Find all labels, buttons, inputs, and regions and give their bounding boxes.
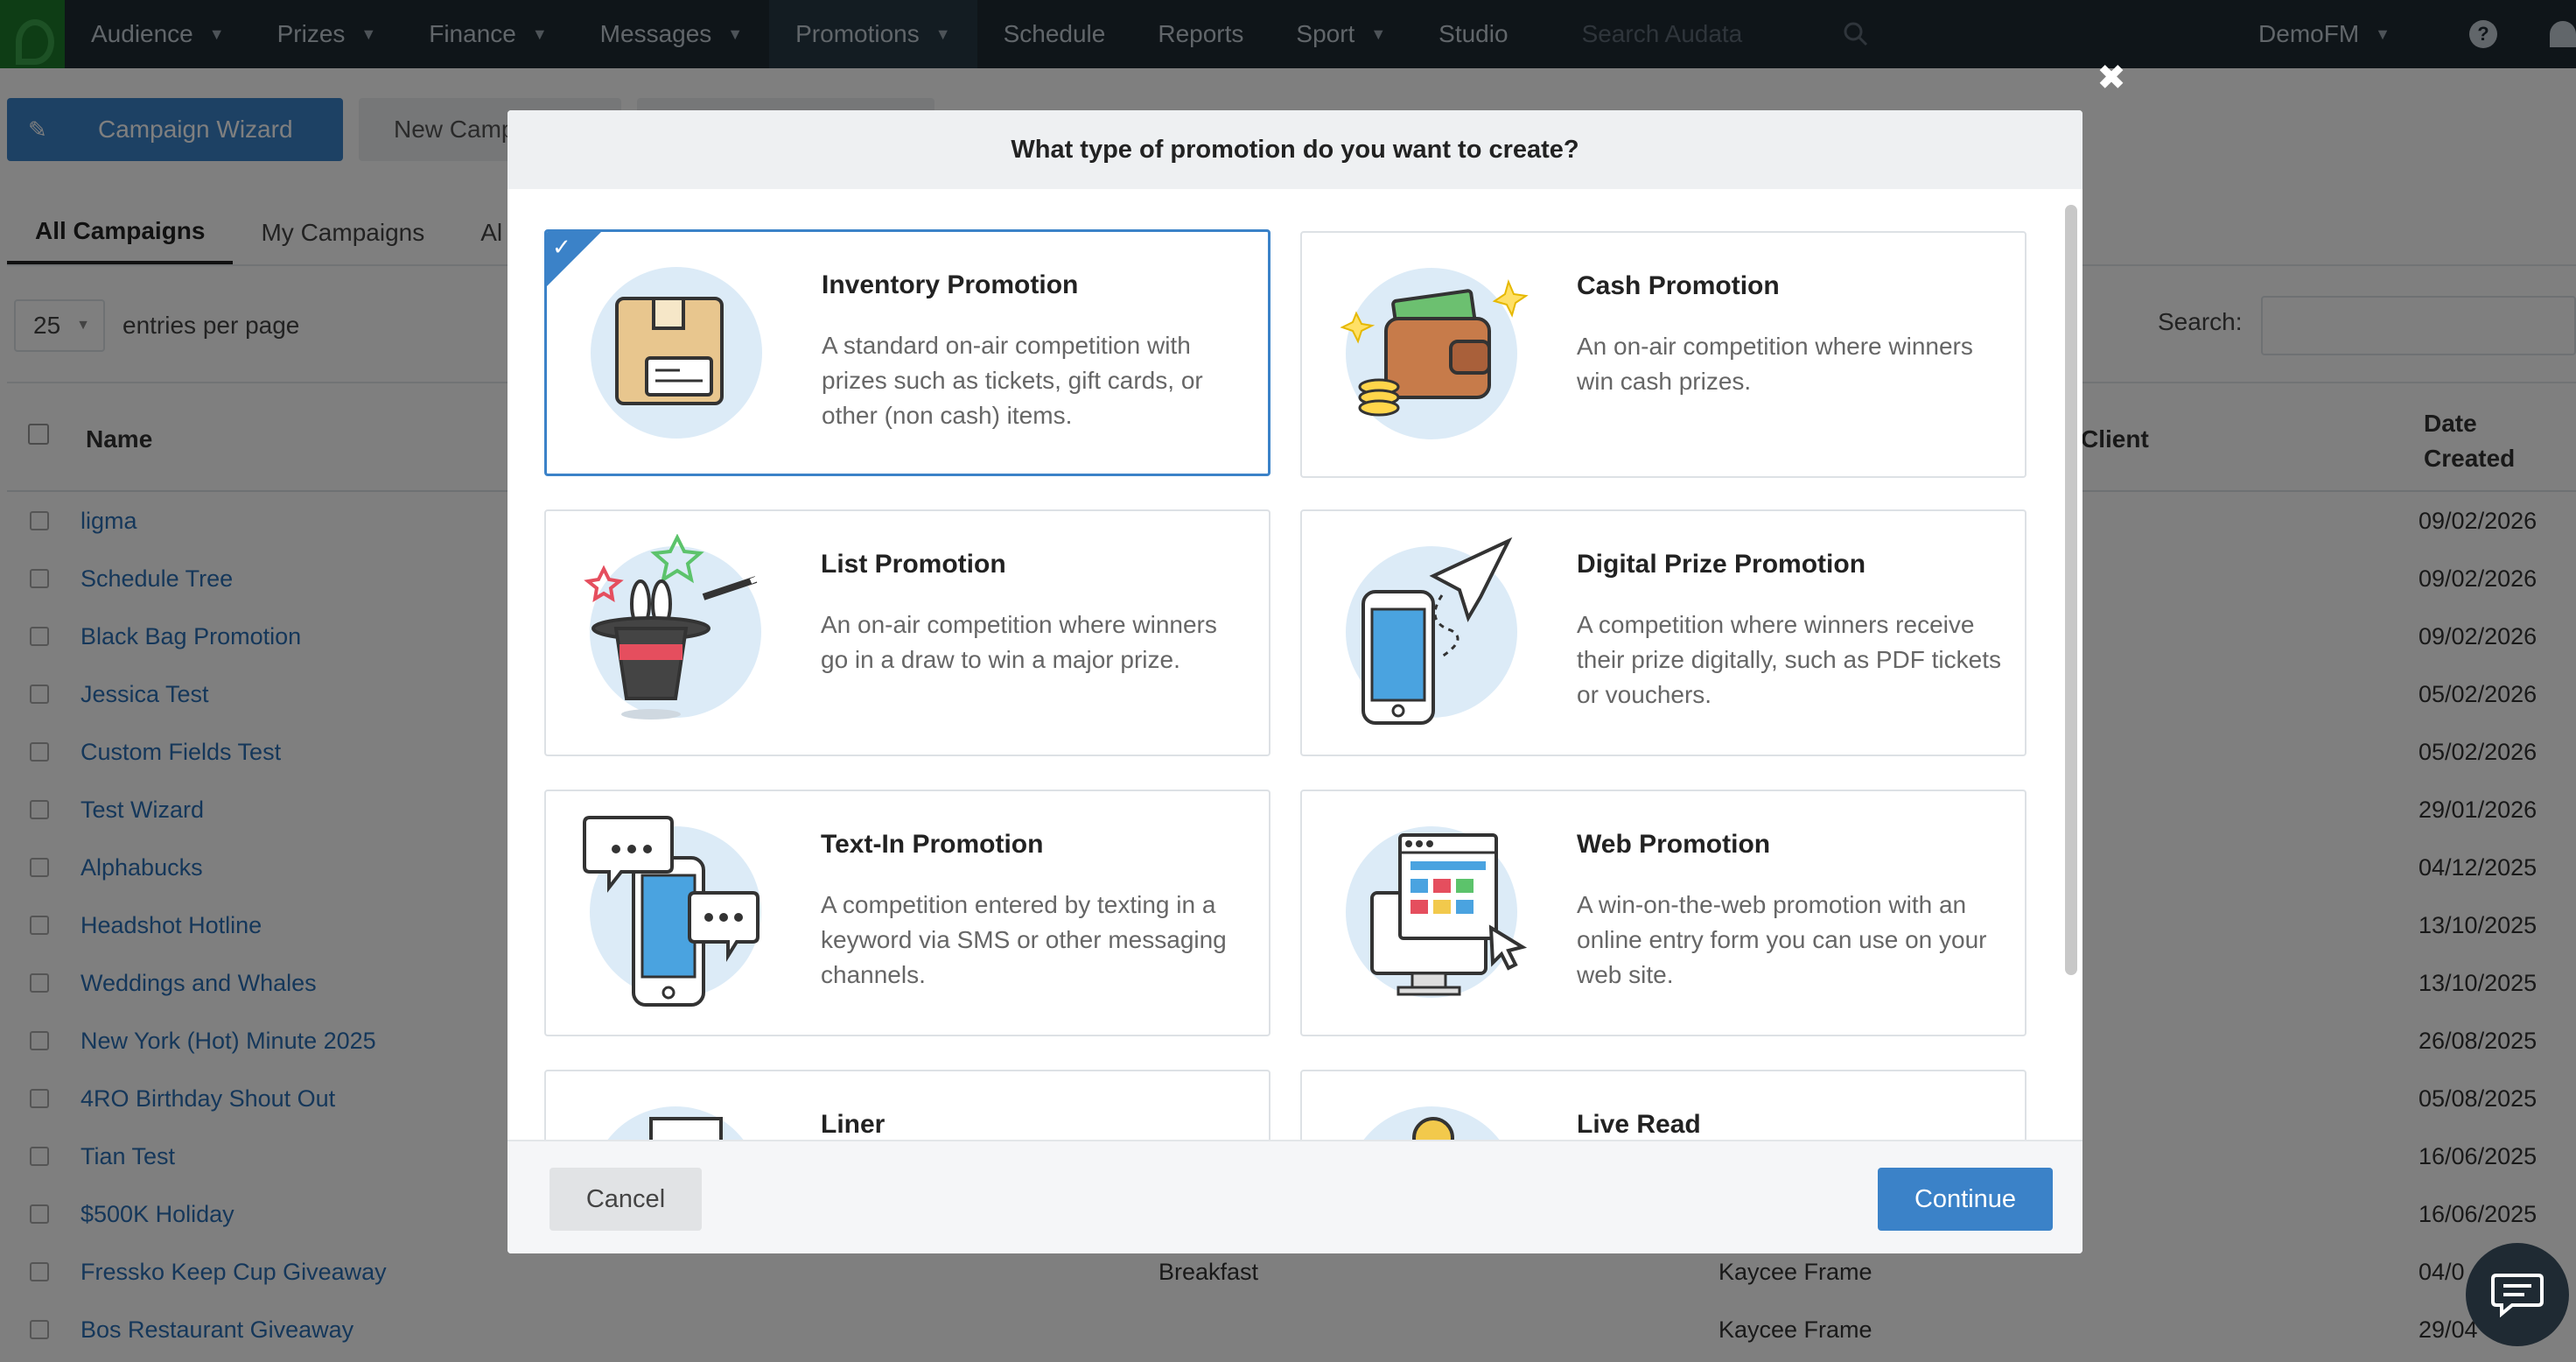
- promotion-card-description: An on-air competition where winners win …: [1577, 333, 1973, 395]
- promotion-card-description: An on-air competition where winners go i…: [821, 611, 1217, 673]
- promotion-card-description: A win-on-the-web promotion with an onlin…: [1577, 891, 1987, 988]
- modal-body: Inventory Promotion A standard on-air com…: [508, 189, 2082, 1140]
- continue-button[interactable]: Continue: [1878, 1168, 2053, 1231]
- promotion-card-title: Liner: [821, 1110, 886, 1139]
- promotion-card-title: Live Read: [1577, 1110, 1701, 1139]
- promotion-card-description: A standard on-air competition with prize…: [822, 332, 1203, 429]
- modal-title: What type of promotion do you want to cr…: [508, 110, 2082, 189]
- promotion-card-title: Web Promotion: [1577, 830, 1771, 859]
- promotion-card-description: A competition entered by texting in a ke…: [821, 891, 1227, 988]
- promotion-card-liner[interactable]: Liner: [544, 1070, 1270, 1140]
- chat-support-icon[interactable]: [2466, 1243, 2569, 1346]
- check-icon: ✓: [552, 234, 571, 260]
- promotion-type-modal: What type of promotion do you want to cr…: [508, 110, 2082, 1253]
- promotion-card-inventory-promotion[interactable]: Inventory Promotion A standard on-air com…: [544, 229, 1270, 476]
- promotion-card-web-promotion[interactable]: Web Promotion A win-on-the-web promotion …: [1300, 790, 2026, 1036]
- promotion-card-list-promotion[interactable]: List Promotion An on-air competition wher…: [544, 509, 1270, 756]
- promotion-card-title: Inventory Promotion: [822, 270, 1079, 299]
- promotion-card-title: Text-In Promotion: [821, 830, 1044, 859]
- promotion-card-description: A competition where winners receive thei…: [1577, 611, 2001, 708]
- promotion-card-title: Cash Promotion: [1577, 271, 1780, 300]
- modal-footer: Cancel Continue: [508, 1140, 2082, 1253]
- close-icon[interactable]: ✖: [2096, 60, 2126, 95]
- cancel-button[interactable]: Cancel: [550, 1168, 702, 1231]
- promotion-card-title: List Promotion: [821, 550, 1006, 579]
- promotion-card-cash-promotion[interactable]: Cash Promotion An on-air competition wher…: [1300, 231, 2026, 478]
- promotion-card-digital-prize-promotion[interactable]: Digital Prize Promotion A competition whe…: [1300, 509, 2026, 756]
- promotion-card-title: Digital Prize Promotion: [1577, 550, 1866, 579]
- promotion-card-live-read[interactable]: Live Read: [1300, 1070, 2026, 1140]
- modal-scrollbar[interactable]: [2065, 205, 2077, 975]
- promotion-card-text-in-promotion[interactable]: Text-In Promotion A competition entered b…: [544, 790, 1270, 1036]
